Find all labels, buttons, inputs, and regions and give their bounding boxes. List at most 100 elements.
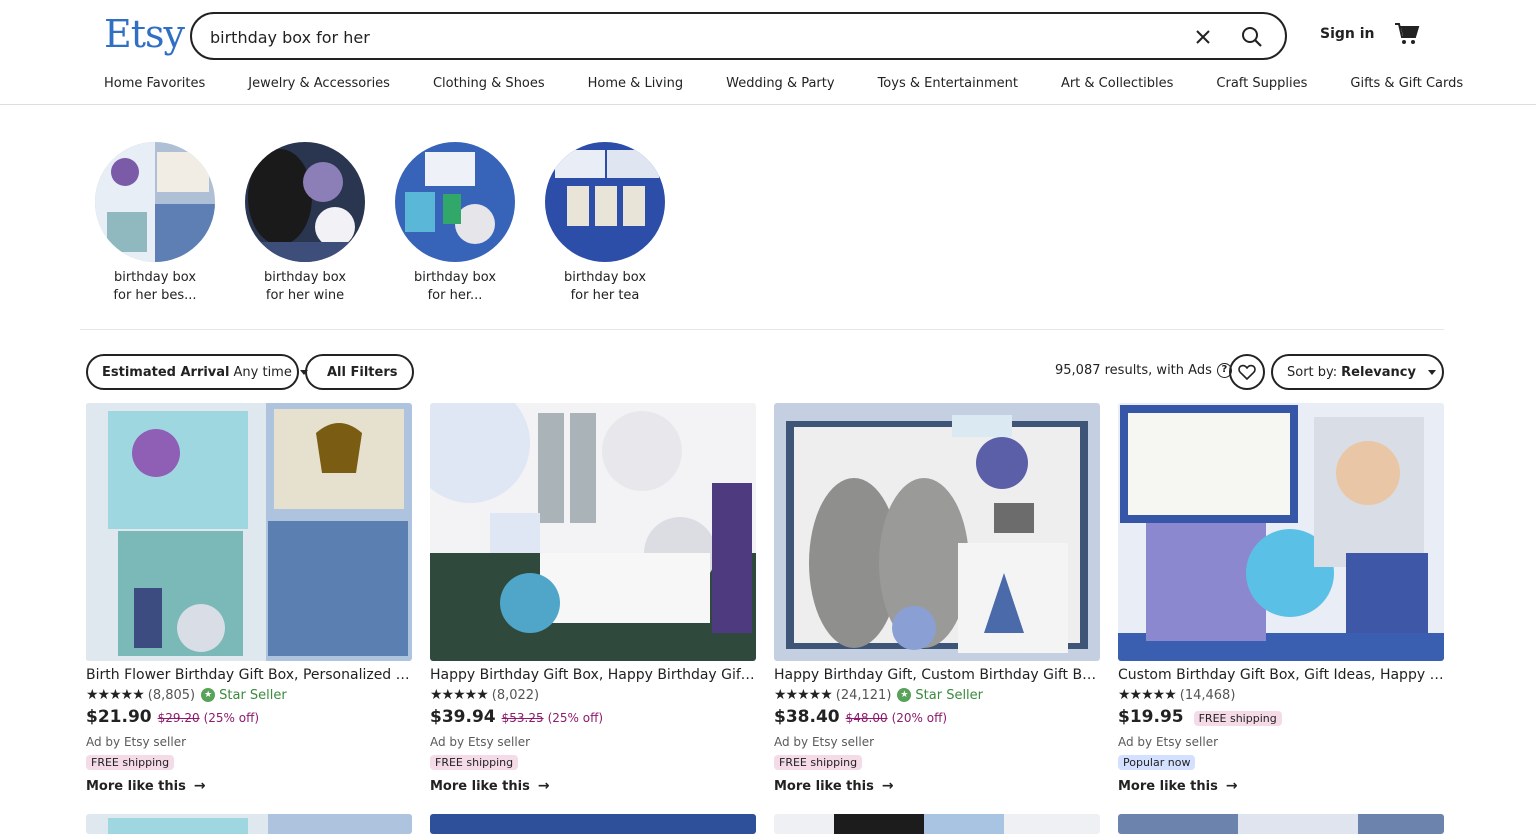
related-search-item[interactable]: birthday box for her bes... — [95, 142, 215, 305]
related-search-label: birthday box for her tea — [563, 270, 647, 303]
original-price: $48.00 — [845, 711, 888, 725]
product-image[interactable] — [430, 814, 756, 834]
category-nav: Home Favorites Jewelry & Accessories Clo… — [104, 76, 1463, 96]
related-search-label: birthday box for her... — [413, 270, 497, 303]
product-title[interactable]: Birth Flower Birthday Gift Box, Personal… — [86, 665, 412, 685]
product-image[interactable] — [774, 814, 1100, 834]
free-shipping-badge: FREE shipping — [1193, 711, 1282, 726]
review-count: (14,468) — [1179, 687, 1236, 703]
star-seller-badge: ★ Star Seller — [201, 688, 287, 703]
clear-search-button[interactable] — [1188, 24, 1218, 50]
sale-price: $39.94 — [430, 707, 496, 727]
price-row: $19.95 FREE shipping — [1118, 707, 1444, 733]
more-like-this-link[interactable]: More like this → — [430, 778, 756, 794]
rating-row: ★★★★★ (24,121) ★ Star Seller — [774, 685, 1100, 705]
product-image[interactable] — [774, 403, 1100, 661]
sort-dropdown[interactable]: Sort by: Relevancy — [1271, 354, 1444, 390]
caret-down-icon — [1427, 369, 1436, 375]
related-search-image — [245, 142, 365, 262]
free-shipping-badge: FREE shipping — [430, 755, 519, 770]
star-rating: ★★★★★ — [86, 687, 145, 703]
product-image[interactable] — [1118, 403, 1444, 661]
star-rating: ★★★★★ — [430, 687, 489, 703]
related-search-label: birthday box for her wine — [263, 270, 347, 303]
heart-icon — [1238, 364, 1256, 380]
rating-row: ★★★★★ (8,022) — [430, 685, 756, 705]
star-seller-icon: ★ — [201, 688, 216, 702]
product-title[interactable]: Happy Birthday Gift, Custom Birthday Gif… — [774, 665, 1100, 685]
related-search-label: birthday box for her bes... — [113, 270, 197, 303]
results-count: 95,087 results, with Ads? — [1055, 363, 1232, 378]
close-icon — [1196, 30, 1210, 44]
star-seller-icon: ★ — [897, 688, 912, 702]
product-title[interactable]: Happy Birthday Gift Box, Happy Birthday … — [430, 665, 756, 685]
estimated-arrival-filter[interactable]: Estimated Arrival Any time — [86, 354, 308, 390]
save-search-button[interactable] — [1229, 354, 1265, 390]
review-count: (8,805) — [147, 687, 196, 703]
arrow-right-icon: → — [1225, 778, 1238, 794]
nav-craft-supplies[interactable]: Craft Supplies — [1216, 76, 1307, 96]
search-bar — [190, 12, 1287, 60]
more-like-this-link[interactable]: More like this → — [86, 778, 412, 794]
related-search-item[interactable]: birthday box for her wine — [245, 142, 365, 305]
related-search-image — [395, 142, 515, 262]
nav-wedding-party[interactable]: Wedding & Party — [726, 76, 834, 96]
search-button[interactable] — [1236, 23, 1268, 51]
product-card: Happy Birthday Gift, Custom Birthday Gif… — [774, 403, 1100, 794]
product-image[interactable] — [86, 403, 412, 661]
arrow-right-icon: → — [881, 778, 894, 794]
free-shipping-badge: FREE shipping — [86, 755, 175, 770]
product-title[interactable]: Custom Birthday Gift Box, Gift Ideas, Ha… — [1118, 665, 1444, 685]
price-row: $38.40 $48.00 (20% off) — [774, 707, 1100, 733]
star-rating: ★★★★★ — [1118, 687, 1177, 703]
product-card: Birth Flower Birthday Gift Box, Personal… — [86, 403, 412, 794]
review-count: (24,121) — [835, 687, 892, 703]
ad-label: Ad by Etsy seller — [774, 735, 875, 749]
nav-home-living[interactable]: Home & Living — [588, 76, 683, 96]
cart-icon — [1395, 23, 1420, 44]
etsy-logo[interactable]: Etsy — [104, 12, 185, 56]
product-image[interactable] — [430, 403, 756, 661]
section-divider — [80, 329, 1444, 330]
rating-row: ★★★★★ (8,805) ★ Star Seller — [86, 685, 412, 705]
related-search-item[interactable]: birthday box for her... — [395, 142, 515, 305]
search-icon — [1242, 27, 1262, 47]
more-like-this-link[interactable]: More like this → — [774, 778, 1100, 794]
sale-price: $38.40 — [774, 707, 840, 727]
site-header: Etsy Sign in Home Favorites Jewelry & Ac… — [0, 0, 1536, 105]
ad-label: Ad by Etsy seller — [430, 735, 531, 749]
more-like-this-link[interactable]: More like this → — [1118, 778, 1444, 794]
rating-row: ★★★★★ (14,468) — [1118, 685, 1444, 705]
product-card: Custom Birthday Gift Box, Gift Ideas, Ha… — [1118, 403, 1444, 794]
price-row: $39.94 $53.25 (25% off) — [430, 707, 756, 733]
sign-in-link[interactable]: Sign in — [1320, 26, 1375, 42]
all-filters-button[interactable]: All Filters — [305, 354, 414, 390]
related-searches: birthday box for her bes... birthday box f… — [95, 142, 695, 305]
free-shipping-badge: FREE shipping — [774, 755, 863, 770]
ad-label: Ad by Etsy seller — [86, 735, 187, 749]
popular-now-badge: Popular now — [1118, 755, 1196, 770]
cart-button[interactable] — [1394, 22, 1422, 48]
review-count: (8,022) — [491, 687, 540, 703]
nav-art-collectibles[interactable]: Art & Collectibles — [1061, 76, 1173, 96]
star-seller-badge: ★ Star Seller — [897, 688, 983, 703]
sale-price: $21.90 — [86, 707, 152, 727]
sale-price: $19.95 — [1118, 707, 1184, 727]
original-price: $53.25 — [501, 711, 544, 725]
product-image[interactable] — [86, 814, 412, 834]
product-image[interactable] — [1118, 814, 1444, 834]
nav-gifts-gift-cards[interactable]: Gifts & Gift Cards — [1350, 76, 1463, 96]
related-search-image — [95, 142, 215, 262]
nav-home-favorites[interactable]: Home Favorites — [104, 76, 205, 96]
discount-label: (20% off) — [891, 711, 948, 725]
discount-label: (25% off) — [203, 711, 260, 725]
search-input[interactable] — [210, 24, 1170, 50]
nav-toys-entertainment[interactable]: Toys & Entertainment — [878, 76, 1018, 96]
related-search-item[interactable]: birthday box for her tea — [545, 142, 665, 305]
product-card: Happy Birthday Gift Box, Happy Birthday … — [430, 403, 756, 794]
price-row: $21.90 $29.20 (25% off) — [86, 707, 412, 733]
star-rating: ★★★★★ — [774, 687, 833, 703]
nav-clothing-shoes[interactable]: Clothing & Shoes — [433, 76, 545, 96]
nav-jewelry-accessories[interactable]: Jewelry & Accessories — [248, 76, 390, 96]
arrow-right-icon: → — [537, 778, 550, 794]
